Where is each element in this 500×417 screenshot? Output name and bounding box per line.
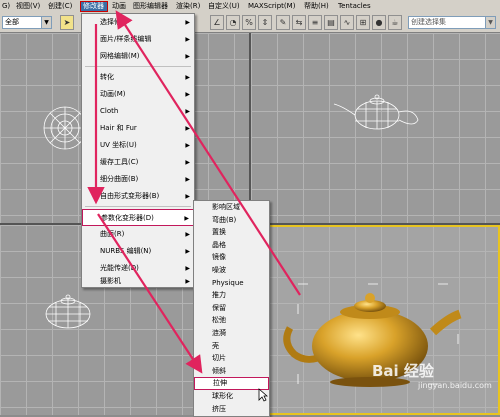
arrow-teapot-to-menu <box>115 10 301 296</box>
annotation-arrows <box>87 10 301 374</box>
watermark-logo: Bai 经验 <box>372 362 434 380</box>
watermark-url: jingyan.baidu.com <box>418 381 492 390</box>
arrow-to-stretch <box>97 213 203 374</box>
